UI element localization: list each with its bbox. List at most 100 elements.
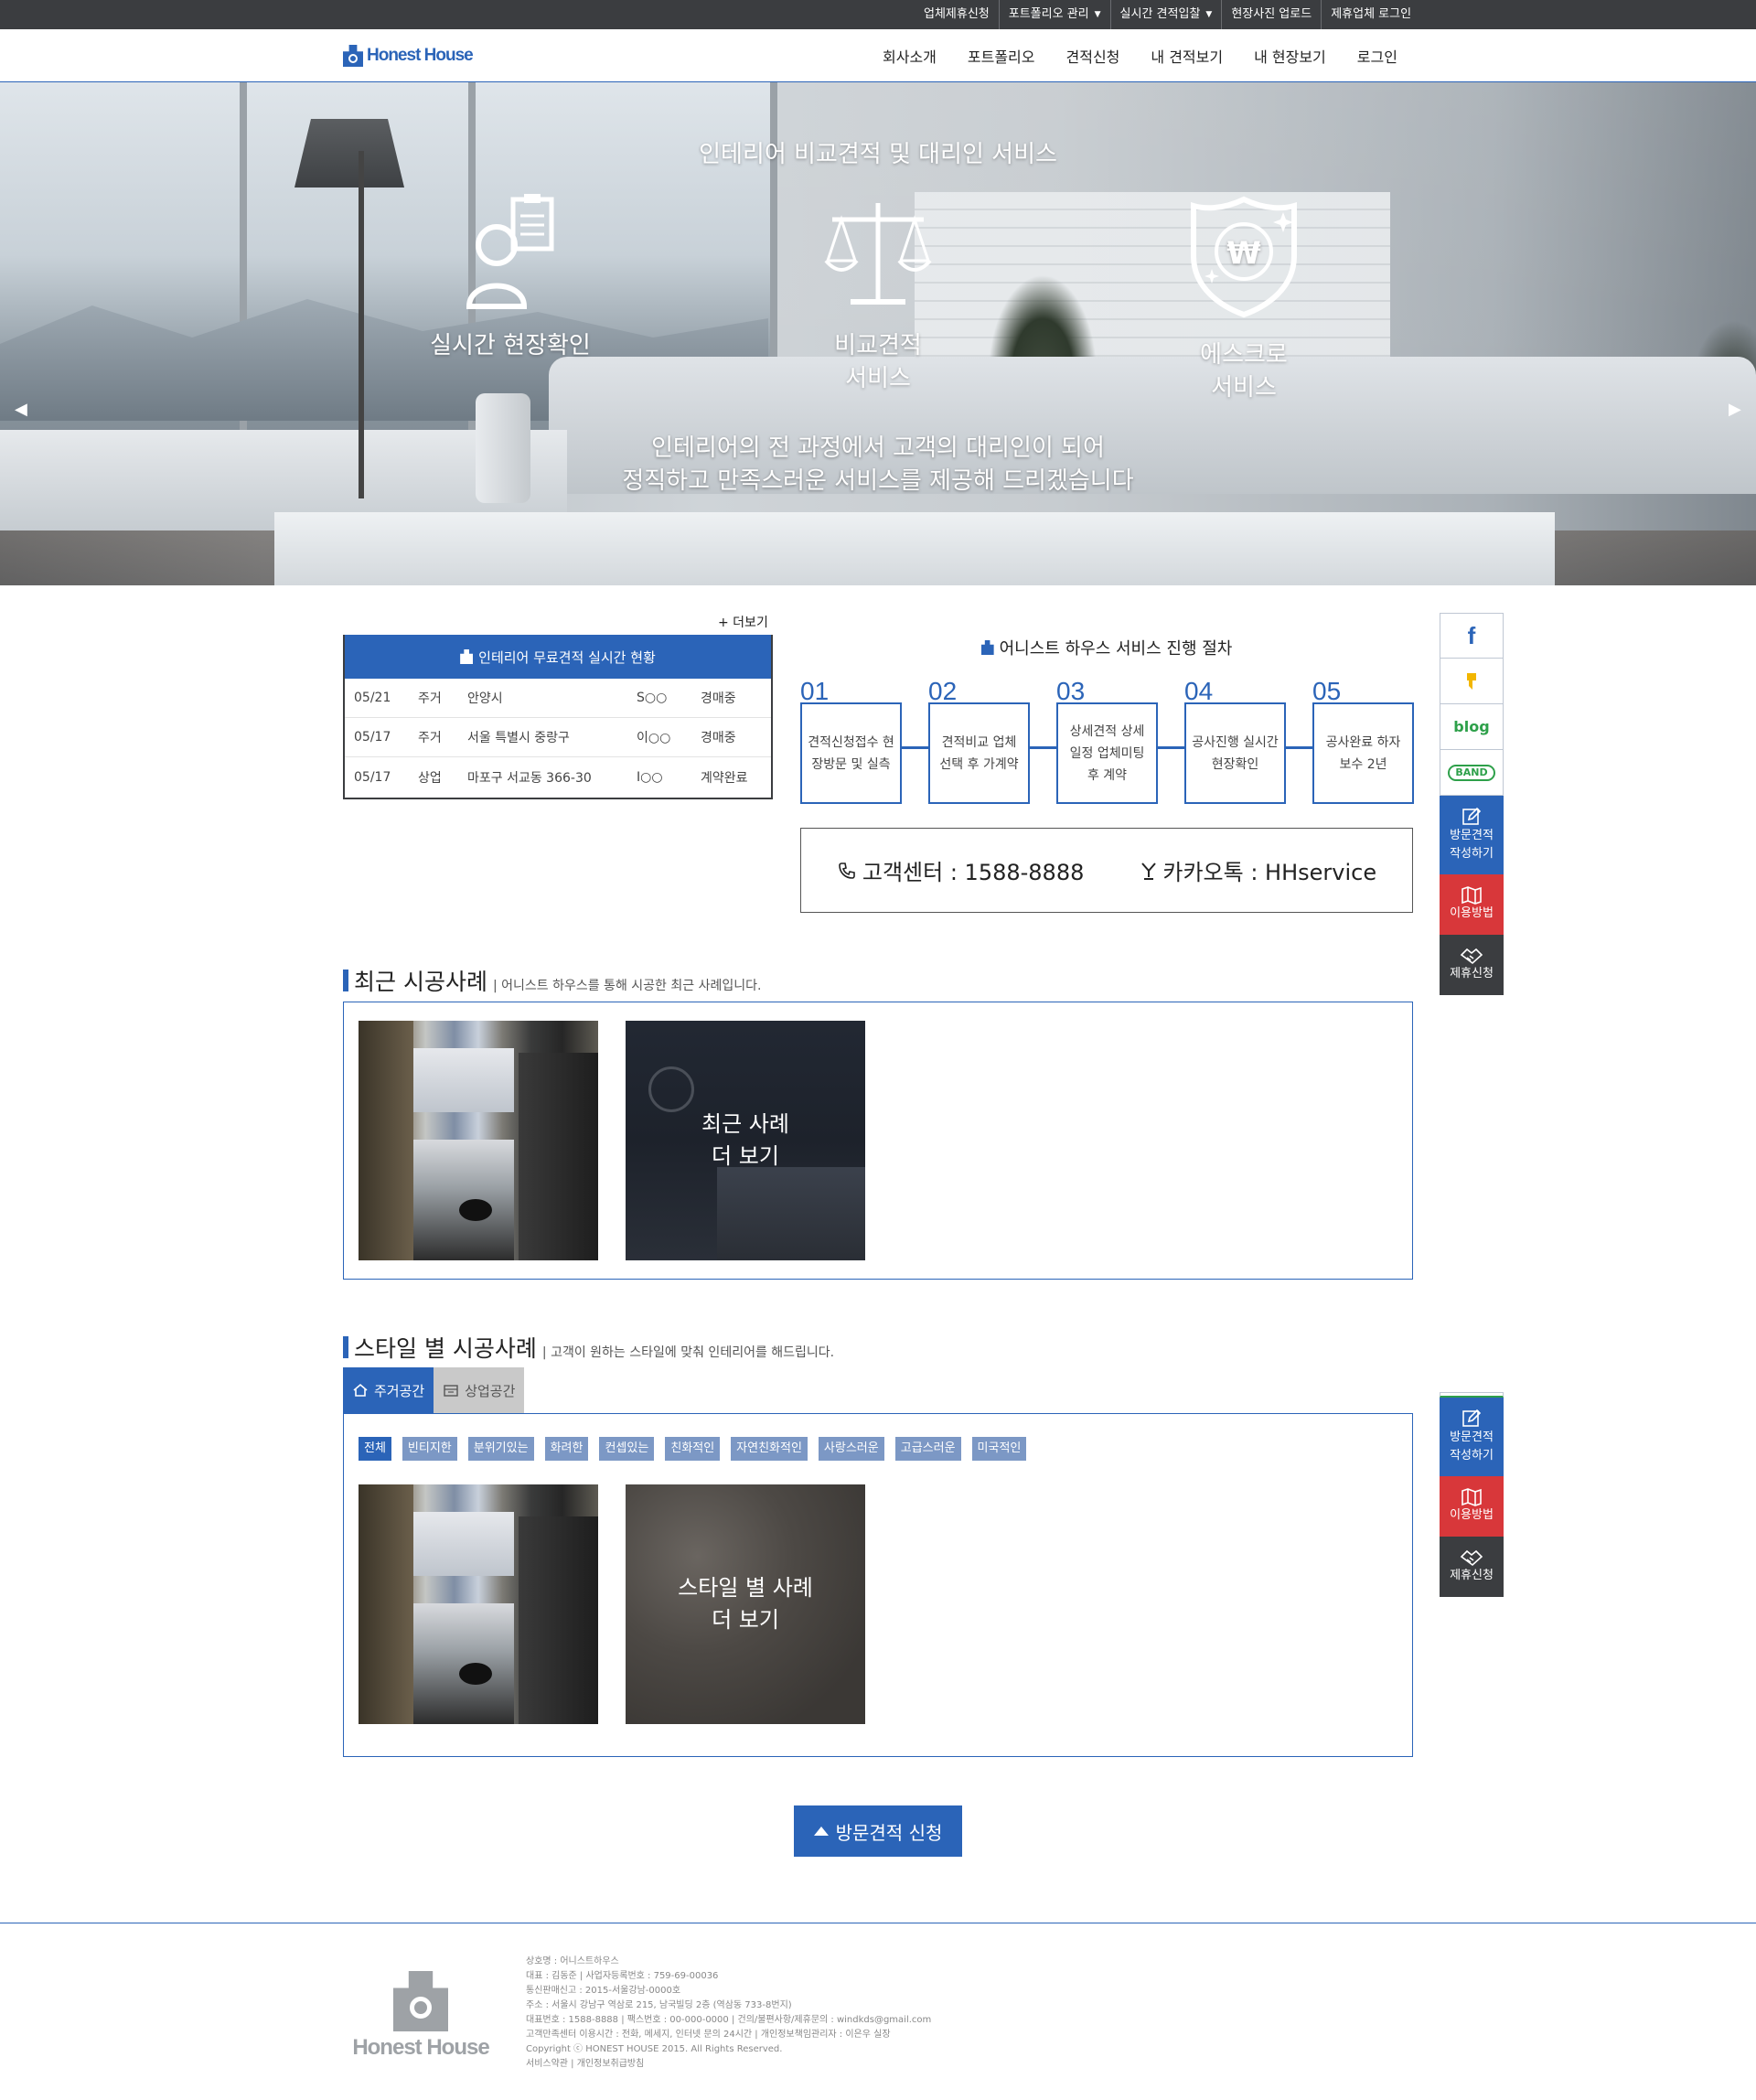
band-label: BAND: [1448, 764, 1495, 781]
main-navigation: Honest House 회사소개 포트폴리오 견적신청 내 견적보기 내 현장…: [0, 29, 1756, 82]
row-address: 마포구 서교동 366-30: [467, 770, 592, 786]
more-line: 최근 사례: [701, 1111, 789, 1137]
style-tag[interactable]: 화려한: [544, 1437, 589, 1461]
house-logo-icon: [460, 649, 474, 664]
house-logo-icon: [343, 45, 363, 67]
edit-icon: [1462, 807, 1482, 825]
hero-subtitle-line: 인테리어의 전 과정에서 고객의 대리인이 되어: [651, 434, 1105, 462]
menu-item-login[interactable]: 로그인: [1357, 29, 1397, 82]
tab-label: 주거공간: [374, 1382, 425, 1399]
svg-text:₩: ₩: [1226, 235, 1261, 272]
shop-icon: [444, 1385, 458, 1397]
visit-estimate-button[interactable]: 방문견적 신청: [794, 1805, 962, 1857]
sidebar-guide[interactable]: 이용방법: [1440, 874, 1504, 935]
arrow-up-icon: [813, 1827, 829, 1836]
tab-residential[interactable]: 주거공간: [343, 1367, 434, 1413]
phone-contact[interactable]: 고객센터 : 1588-8888: [837, 854, 1084, 886]
utility-item-partner-login[interactable]: 제휴업체 로그인: [1321, 0, 1420, 29]
phone-icon: [839, 862, 855, 879]
menu-item-portfolio[interactable]: 포트폴리오: [968, 29, 1035, 82]
utility-item-photo-upload[interactable]: 현장사진 업로드: [1221, 0, 1321, 29]
menu-item-my-estimates[interactable]: 내 견적보기: [1151, 29, 1223, 82]
realtime-estimate-header: 인테리어 무료견적 실시간 현황: [345, 635, 771, 679]
utility-item-partner-apply[interactable]: 업체제휴신청: [915, 0, 999, 29]
sidebar-partner[interactable]: 제휴신청: [1440, 1537, 1504, 1597]
style-tag[interactable]: 분위기있는: [467, 1437, 534, 1461]
sidebar-label: 방문견적: [1450, 1430, 1494, 1444]
table-row[interactable]: 05/17 주거 서울 특별시 중랑구 이○○ 경매중: [345, 718, 771, 757]
recent-more-tile[interactable]: 최근 사례 더 보기: [626, 1021, 865, 1260]
photo-detail: [359, 1021, 413, 1260]
map-icon: [1462, 885, 1482, 905]
footer-line: 대표번호 : 1588-8888 | 팩스번호 : 00-000-0000 | …: [526, 2015, 932, 2025]
photo-detail: [648, 1066, 694, 1112]
hero-feature-compare: 비교견적 서비스: [759, 192, 997, 395]
photo-detail: [519, 1053, 598, 1260]
sidebar-visit-estimate[interactable]: 방문견적 작성하기: [1440, 1398, 1504, 1476]
sidebar-guide[interactable]: 이용방법: [1440, 1476, 1504, 1537]
photo-detail: [413, 1603, 514, 1724]
handshake-icon: [1460, 948, 1483, 964]
kakao-contact[interactable]: 카카오톡 : HHservice: [1140, 854, 1376, 886]
footer-line: 통신판매신고 : 2015-서울강남-0000호: [526, 1986, 681, 1996]
style-tabs: 주거공간 상업공간: [343, 1367, 525, 1413]
style-tag[interactable]: 고급스러운: [894, 1437, 961, 1461]
hero-feature-label: 에스크로: [1200, 341, 1288, 369]
case-thumbnail[interactable]: [359, 1021, 598, 1260]
facebook-icon[interactable]: f: [1440, 613, 1504, 659]
table-row[interactable]: 05/17 상업 마포구 서교동 366-30 I○○ 계약완료: [345, 757, 771, 797]
style-tag[interactable]: 전체: [359, 1437, 391, 1461]
cta-label: 방문견적 신청: [835, 1821, 943, 1844]
sidebar-visit-estimate[interactable]: 방문견적 작성하기: [1440, 796, 1504, 874]
hero-feature-label: 비교견적: [834, 332, 922, 359]
naver-blog-icon[interactable]: blog: [1440, 704, 1504, 750]
menu-item-estimate-request[interactable]: 견적신청: [1066, 29, 1120, 82]
realtime-more-link[interactable]: + 더보기: [718, 613, 768, 631]
clipboard-person-icon: [466, 194, 554, 309]
photo-detail: [413, 1048, 514, 1112]
case-thumbnail[interactable]: [359, 1484, 598, 1724]
section-title: 스타일 별 시공사례: [354, 1335, 537, 1362]
row-date: 05/21: [354, 691, 391, 705]
style-tag-filters: 전체 빈티지한 분위기있는 화려한 컨셉있는 친화적인 자연친화적인 사랑스러운…: [359, 1437, 1027, 1461]
footer-logo-text: Honest House: [352, 2035, 489, 2060]
menu-item-my-sites[interactable]: 내 현장보기: [1254, 29, 1326, 82]
section-description: | 어니스트 하우스를 통해 시공한 최근 사례입니다.: [492, 979, 762, 993]
band-icon[interactable]: BAND: [1440, 750, 1504, 796]
row-address: 서울 특별시 중랑구: [467, 731, 570, 745]
slider-next-arrow-icon[interactable]: ▶: [1729, 402, 1743, 418]
footer-links[interactable]: 서비스약관 | 개인정보취급방침: [526, 2057, 931, 2072]
style-tag[interactable]: 자연친화적인: [731, 1437, 808, 1461]
sidebar-partner[interactable]: 제휴신청: [1440, 935, 1504, 995]
scale-icon: [824, 203, 932, 305]
section-title: 최근 시공사례: [354, 969, 487, 995]
more-line: 더 보기: [712, 1143, 779, 1169]
more-line: 더 보기: [712, 1607, 779, 1633]
table-row[interactable]: 05/21 주거 안양시 S○○ 경매중: [345, 679, 771, 718]
tab-commercial[interactable]: 상업공간: [434, 1367, 525, 1413]
slider-prev-arrow-icon[interactable]: ◀: [15, 402, 29, 418]
process-step: 공사완료 하자 보수 2년: [1312, 702, 1414, 804]
process-step: 상세견적 상세 일정 업체미팅 후 계약: [1056, 702, 1158, 804]
style-more-tile[interactable]: 스타일 별 사례 더 보기: [626, 1484, 865, 1724]
style-tag[interactable]: 친화적인: [665, 1437, 721, 1461]
footer-line: 주소 : 서울시 강남구 역삼로 215, 남국빌딩 2층 (역삼동 733-8…: [526, 2000, 792, 2010]
style-tag[interactable]: 빈티지한: [402, 1437, 457, 1461]
sidebar-label: 작성하기: [1450, 846, 1494, 861]
sidebar-label: 제휴신청: [1450, 1568, 1494, 1582]
utility-item-realtime-bid[interactable]: 실시간 견적입찰 ▼: [1109, 0, 1222, 29]
style-tag[interactable]: 컨셉있는: [599, 1437, 655, 1461]
utility-item-portfolio-manage[interactable]: 포트폴리오 관리 ▼: [998, 0, 1110, 29]
kakao-story-icon[interactable]: [1440, 659, 1504, 704]
style-tag[interactable]: 미국적인: [971, 1437, 1027, 1461]
style-tag[interactable]: 사랑스러운: [818, 1437, 884, 1461]
process-step: 견적신청접수 현장방문 및 실측: [800, 702, 902, 804]
hero-banner: 인테리어 비교견적 및 대리인 서비스 실시간 현장확인 비교견적 서비스 ₩ …: [0, 82, 1756, 585]
sidebar-label: 방문견적: [1450, 828, 1494, 842]
site-logo[interactable]: Honest House: [343, 42, 474, 70]
row-type: 주거: [418, 691, 442, 706]
row-type: 상업: [418, 770, 442, 786]
photo-detail: [459, 1663, 492, 1685]
footer-company-info: 상호명 : 어니스트하우스 대표 : 김동준 | 사업자등록번호 : 759-6…: [526, 1955, 931, 2072]
menu-item-company[interactable]: 회사소개: [883, 29, 937, 82]
